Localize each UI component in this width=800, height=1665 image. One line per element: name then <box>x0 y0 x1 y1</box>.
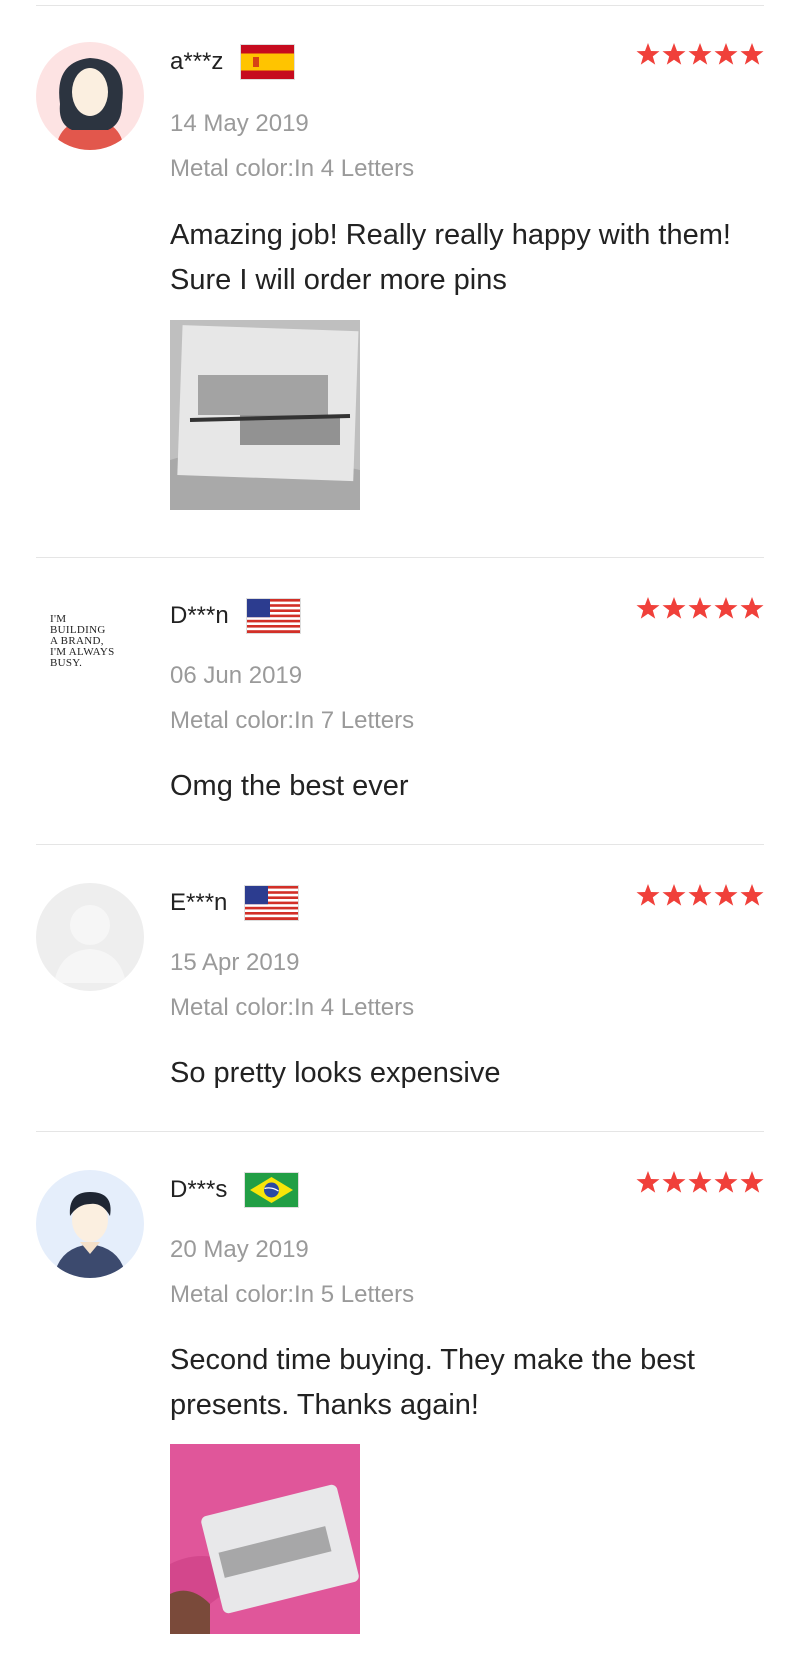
reviewer-avatar <box>36 1170 144 1278</box>
review-variant: Metal color:In 5 Letters <box>170 1281 415 1308</box>
woman-avatar-icon <box>36 42 144 150</box>
star-icon <box>662 43 686 65</box>
star-rating <box>636 596 764 620</box>
review-item: E***n 15 Apr 2019 Metal color:In 4 Lette… <box>36 845 764 1135</box>
usa-flag-icon <box>245 886 299 920</box>
reviewer-avatar <box>36 883 144 991</box>
star-icon <box>688 884 712 906</box>
reviewer-name-row: D***s <box>170 1170 299 1210</box>
review-date: 14 May 2019 <box>170 110 309 137</box>
star-icon <box>662 597 686 619</box>
review-date: 06 Jun 2019 <box>170 662 303 689</box>
reviewer-name-row: E***n <box>170 883 299 923</box>
star-icon <box>662 1171 686 1193</box>
default-avatar-icon <box>36 883 144 991</box>
reviewer-name: D***s <box>170 1176 228 1203</box>
spain-flag-icon <box>241 45 295 79</box>
review-photo[interactable] <box>170 320 360 510</box>
reviewer-name: a***z <box>170 48 224 75</box>
star-icon <box>740 884 764 906</box>
reviewer-name-row: D***n <box>170 596 300 636</box>
review-item: I'M BUILDING A BRAND, I'M ALWAYS BUSY. D… <box>36 558 764 848</box>
star-icon <box>740 43 764 65</box>
review-photo[interactable] <box>170 1444 360 1634</box>
usa-flag-icon <box>246 599 300 633</box>
star-icon <box>688 1171 712 1193</box>
review-variant: Metal color:In 4 Letters <box>170 155 415 182</box>
review-date: 15 Apr 2019 <box>170 949 300 976</box>
star-icon <box>714 1171 738 1193</box>
star-icon <box>740 1171 764 1193</box>
review-date: 20 May 2019 <box>170 1236 309 1263</box>
star-icon <box>714 43 738 65</box>
brazil-flag-icon <box>245 1173 299 1207</box>
avatar-text-line: BUSY. <box>50 657 83 669</box>
review-item: a***z 14 May 2019 Metal color:In 4 Lette… <box>36 0 764 560</box>
man-avatar-icon <box>36 1170 144 1278</box>
reviewer-avatar <box>36 42 144 150</box>
review-variant: Metal color:In 7 Letters <box>170 707 415 734</box>
star-icon <box>636 43 660 65</box>
reviewer-avatar: I'M BUILDING A BRAND, I'M ALWAYS BUSY. <box>36 588 144 696</box>
star-icon <box>636 884 660 906</box>
reviewer-name: E***n <box>170 889 228 916</box>
review-text: Omg the best ever <box>170 770 409 802</box>
reviewer-name-row: a***z <box>170 42 295 82</box>
reviewer-name: D***n <box>170 602 229 629</box>
star-rating <box>636 1170 764 1194</box>
review-variant: Metal color:In 4 Letters <box>170 994 415 1021</box>
star-rating <box>636 42 764 66</box>
star-icon <box>688 43 712 65</box>
star-icon <box>688 597 712 619</box>
review-text: So pretty looks expensive <box>170 1057 501 1089</box>
star-icon <box>636 1171 660 1193</box>
star-icon <box>636 597 660 619</box>
star-icon <box>662 884 686 906</box>
review-item: D***s 20 May 2019 Metal color:In 5 Lette… <box>36 1132 764 1662</box>
star-rating <box>636 883 764 907</box>
star-icon <box>714 597 738 619</box>
review-text: Amazing job! Really really happy with th… <box>170 219 731 296</box>
star-icon <box>740 597 764 619</box>
star-icon <box>714 884 738 906</box>
review-text: Second time buying. They make the best p… <box>170 1344 695 1421</box>
